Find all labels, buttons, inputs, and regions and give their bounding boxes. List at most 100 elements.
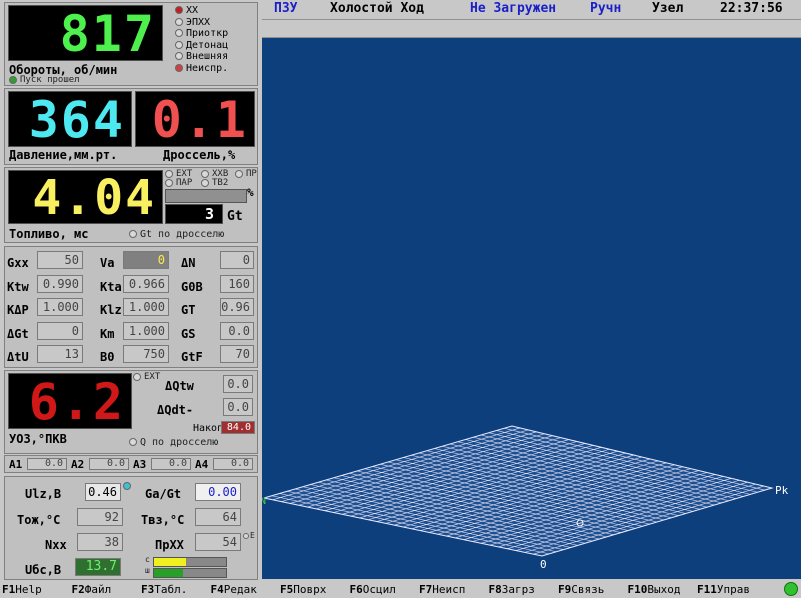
bar-sh-label: ш: [145, 566, 150, 575]
param-field[interactable]: 160: [220, 274, 254, 293]
param-label: Km: [100, 326, 115, 341]
fkey-f3[interactable]: F3Табл.: [141, 583, 187, 596]
fkey-text: Загрз: [501, 583, 535, 596]
fkey-f7[interactable]: F7Неисп: [419, 583, 465, 596]
fkey-f5[interactable]: F5Поврх: [280, 583, 326, 596]
dqtw-field[interactable]: 0.0: [223, 375, 253, 393]
pressure-label: Давление,мм.рт.: [9, 148, 118, 162]
fkey-f10[interactable]: F10Выход: [628, 583, 681, 596]
gagt-field[interactable]: 0.00: [195, 483, 241, 501]
param-field[interactable]: 0: [37, 321, 83, 340]
indicator-led: [175, 40, 183, 49]
gt-display: 3: [165, 204, 223, 224]
param-field[interactable]: 50: [37, 251, 83, 269]
dqdt-field[interactable]: 0.0: [223, 398, 253, 416]
fkey-text: Связь: [571, 583, 605, 596]
axis-bottom-label: 0: [540, 558, 547, 571]
pzu-label[interactable]: ПЗУ: [274, 1, 297, 16]
param-label: Gxx: [7, 256, 29, 270]
tozh-label: Тож,°C: [17, 513, 61, 527]
tozh-field[interactable]: 92: [77, 508, 123, 526]
fuel-opt-pr[interactable]: ПР: [235, 169, 257, 179]
param-field[interactable]: 0.0: [220, 321, 254, 340]
mode-label: Холостой Ход: [330, 1, 424, 16]
param-label: ΔtU: [7, 350, 29, 364]
analog-label: A3: [133, 458, 147, 471]
fkey-text: Выход: [647, 583, 681, 596]
param-field[interactable]: 0: [220, 251, 254, 269]
indicator-epxx: ЭПХХ: [175, 17, 228, 29]
indicator-vneshnyaya: Внешняя: [175, 51, 228, 63]
fkey-f9[interactable]: F9Связь: [558, 583, 604, 596]
indicator-led: [175, 17, 183, 26]
nakop-field: 84.0: [221, 421, 255, 434]
axis-right-label: Pk: [775, 484, 789, 497]
start-status-text: Пуск прошел: [20, 75, 80, 85]
gt-throttle-toggle[interactable]: Gt по дросселю: [129, 229, 224, 240]
radio-icon: [235, 169, 243, 178]
param-field[interactable]: 70: [220, 345, 254, 363]
prxx-field[interactable]: 54: [195, 533, 241, 551]
gagt-label: Ga/Gt: [145, 487, 182, 501]
ubs-field: 13.7: [75, 558, 121, 576]
fkey-key: F8: [488, 583, 502, 596]
fkey-text: Help: [15, 583, 42, 596]
bottom-panel: Ulz,B 0.46 Ga/Gt 0.00 Тож,°C 92 Твз,°C 6…: [4, 476, 258, 580]
fkey-f11[interactable]: F11Управ: [697, 583, 750, 596]
indicator-led: [175, 52, 183, 60]
nxx-field[interactable]: 38: [77, 533, 123, 551]
param-field[interactable]: 1.000: [123, 321, 169, 340]
radio-icon: [243, 532, 249, 539]
param-field[interactable]: 1.000: [37, 298, 83, 316]
uoz-ext-toggle[interactable]: EXT: [133, 372, 160, 382]
bar-c: [153, 557, 227, 567]
manual-label[interactable]: Ручн: [590, 1, 621, 16]
analog-value: 0.0: [151, 458, 191, 470]
fkey-f6[interactable]: F6Осцил: [350, 583, 396, 596]
fkey-f1[interactable]: F1Help: [2, 583, 42, 596]
fkey-key: F3: [141, 583, 155, 596]
bar-sh-fill: [154, 569, 183, 577]
uoz-panel: 6.2 EXT ΔQtw 0.0 ΔQdt- 0.0 Накоп 84.0 УО…: [4, 370, 258, 454]
start-status: Пуск прошел: [9, 75, 80, 85]
fkey-f4[interactable]: F4Редак: [211, 583, 257, 596]
param-field[interactable]: 0.966: [123, 274, 169, 293]
fuel-panel: 4.04 EXT ХХВ ПР ПАР ТВ2 % 3 Gt Топливо, …: [4, 167, 258, 243]
tvz-field[interactable]: 64: [195, 508, 241, 526]
ulz-field[interactable]: 0.46: [85, 483, 121, 501]
rpm-display: 817: [8, 5, 163, 61]
radio-icon: [165, 169, 173, 178]
param-field[interactable]: 750: [123, 345, 169, 363]
radio-icon: [129, 438, 137, 446]
fkey-f8[interactable]: F8Загрз: [489, 583, 535, 596]
fkey-key: F2: [71, 583, 85, 596]
analog-value: 0.0: [89, 458, 129, 470]
fuel-opt-par[interactable]: ПАР: [165, 178, 192, 188]
param-field[interactable]: 0.96: [220, 298, 254, 316]
radio-icon: [133, 372, 141, 381]
connection-indicator: [784, 582, 798, 596]
percent-sign: %: [247, 186, 254, 199]
pressure-display: 364: [8, 91, 132, 147]
bar-c-label: c: [145, 555, 150, 564]
param-field[interactable]: 0.990: [37, 274, 83, 293]
param-field[interactable]: 1.000: [123, 298, 169, 316]
e-toggle[interactable]: E: [243, 531, 255, 540]
indicator-led: [175, 63, 183, 72]
map-3d-view[interactable]: Pk 0 N: [262, 38, 801, 579]
fkey-text: Неисп: [432, 583, 466, 596]
param-field[interactable]: 13: [37, 345, 83, 363]
fkey-f2[interactable]: F2Файл: [72, 583, 112, 596]
param-label: ΔGt: [7, 326, 29, 341]
fuel-label: Топливо, мс: [9, 227, 89, 241]
fuel-opt-tv2[interactable]: ТВ2: [201, 178, 228, 188]
analog-value: 0.0: [213, 458, 253, 470]
function-key-bar: F1Help F2Файл F3Табл. F4Редак F5Поврх F6Осцил…: [0, 581, 801, 598]
param-field[interactable]: 0: [123, 251, 169, 269]
param-label: Ktw: [7, 279, 29, 294]
surface-plot[interactable]: Pk 0 N: [262, 38, 801, 579]
dqdt-label: ΔQdt-: [157, 403, 194, 417]
ulz-indicator: [123, 481, 134, 491]
q-throttle-toggle[interactable]: Q по дросселю: [129, 437, 218, 448]
fkey-key: F10: [627, 583, 648, 596]
